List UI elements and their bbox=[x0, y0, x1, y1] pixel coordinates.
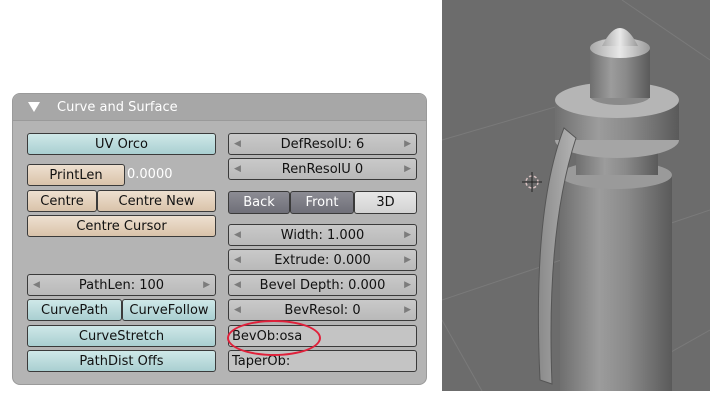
centre-button[interactable]: Centre bbox=[27, 190, 97, 212]
curve-follow-button[interactable]: CurveFollow bbox=[122, 299, 216, 321]
bevel-depth-label: Bevel Depth: 0.000 bbox=[259, 277, 386, 293]
cylinder-base bbox=[560, 175, 672, 391]
def-resol-u-label: DefResolU: 6 bbox=[280, 136, 365, 152]
ren-resol-u-label: RenResolU 0 bbox=[281, 161, 364, 177]
bev-ob-highlight bbox=[227, 320, 321, 356]
cylinder-cap bbox=[602, 28, 638, 46]
path-len-field[interactable]: ◀ PathLen: 100 ▶ bbox=[27, 274, 216, 296]
curve-path-label: CurvePath bbox=[41, 302, 108, 318]
arrow-left-icon[interactable]: ◀ bbox=[234, 230, 241, 240]
width-field[interactable]: ◀ Width: 1.000 ▶ bbox=[228, 224, 417, 246]
crosshair-icon bbox=[522, 172, 542, 192]
curve-stretch-label: CurveStretch bbox=[78, 328, 165, 344]
centre-label: Centre bbox=[40, 193, 84, 209]
arrow-right-icon[interactable]: ▶ bbox=[404, 230, 411, 240]
panel-header[interactable]: Curve and Surface bbox=[13, 94, 426, 121]
3d-viewport[interactable] bbox=[441, 0, 710, 392]
bev-resol-label: BevResol: 0 bbox=[284, 302, 361, 318]
arrow-left-icon[interactable]: ◀ bbox=[234, 139, 241, 149]
extrude-label: Extrude: 0.000 bbox=[274, 252, 371, 268]
centre-new-button[interactable]: Centre New bbox=[97, 190, 216, 212]
arrow-left-icon[interactable]: ◀ bbox=[234, 255, 241, 265]
arrow-right-icon[interactable]: ▶ bbox=[404, 280, 411, 290]
def-resol-u-field[interactable]: ◀ DefResolU: 6 ▶ bbox=[228, 133, 417, 155]
arrow-right-icon[interactable]: ▶ bbox=[404, 305, 411, 315]
arrow-right-icon[interactable]: ▶ bbox=[203, 280, 210, 290]
bevel-depth-field[interactable]: ◀ Bevel Depth: 0.000 ▶ bbox=[228, 274, 417, 296]
uv-orco-button[interactable]: UV Orco bbox=[27, 133, 216, 155]
arrow-left-icon[interactable]: ◀ bbox=[234, 164, 241, 174]
arrow-left-icon[interactable]: ◀ bbox=[234, 280, 241, 290]
front-toggle[interactable]: Front bbox=[290, 191, 354, 214]
arrow-left-icon[interactable]: ◀ bbox=[33, 280, 40, 290]
back-toggle[interactable]: Back bbox=[228, 191, 290, 214]
print-len-value: 0.0000 bbox=[127, 167, 173, 182]
print-len-button[interactable]: PrintLen bbox=[27, 164, 125, 186]
3d-label: 3D bbox=[376, 195, 395, 210]
centre-cursor-label: Centre Cursor bbox=[76, 218, 167, 234]
curve-follow-label: CurveFollow bbox=[129, 302, 209, 318]
centre-cursor-button[interactable]: Centre Cursor bbox=[27, 215, 216, 237]
curve-path-button[interactable]: CurvePath bbox=[27, 299, 122, 321]
3d-toggle[interactable]: 3D bbox=[354, 191, 417, 214]
viewport-scene bbox=[441, 0, 710, 392]
arrow-right-icon[interactable]: ▶ bbox=[404, 139, 411, 149]
uv-orco-label: UV Orco bbox=[95, 136, 148, 152]
extrude-field[interactable]: ◀ Extrude: 0.000 ▶ bbox=[228, 249, 417, 271]
curve-and-surface-panel: Curve and Surface UV Orco PrintLen 0.000… bbox=[12, 93, 427, 385]
print-len-label: PrintLen bbox=[49, 167, 103, 183]
arrow-left-icon[interactable]: ◀ bbox=[234, 305, 241, 315]
width-label: Width: 1.000 bbox=[280, 227, 365, 243]
bev-resol-field[interactable]: ◀ BevResol: 0 ▶ bbox=[228, 299, 417, 321]
ren-resol-u-field[interactable]: ◀ RenResolU 0 ▶ bbox=[228, 158, 417, 180]
path-dist-offs-label: PathDist Offs bbox=[79, 353, 164, 369]
back-label: Back bbox=[243, 195, 275, 210]
front-label: Front bbox=[305, 195, 339, 210]
path-dist-offs-button[interactable]: PathDist Offs bbox=[27, 350, 216, 372]
curve-stretch-button[interactable]: CurveStretch bbox=[27, 325, 216, 347]
centre-new-label: Centre New bbox=[118, 193, 195, 209]
arrow-right-icon[interactable]: ▶ bbox=[404, 255, 411, 265]
arrow-right-icon[interactable]: ▶ bbox=[404, 164, 411, 174]
triangle-down-icon[interactable] bbox=[28, 102, 40, 112]
panel-title: Curve and Surface bbox=[57, 100, 178, 115]
path-len-label: PathLen: 100 bbox=[78, 277, 165, 293]
